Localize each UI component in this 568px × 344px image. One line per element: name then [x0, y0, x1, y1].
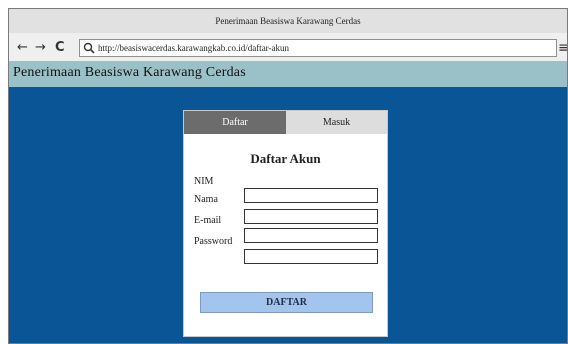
window-titlebar: Penerimaan Beasiswa Karawang Cerdas	[9, 9, 567, 34]
password-label: Password	[194, 236, 233, 247]
password-confirm-field[interactable]	[244, 249, 378, 264]
nim-label: NIM	[194, 176, 214, 187]
email-field[interactable]	[244, 209, 378, 224]
nama-field[interactable]	[244, 188, 378, 203]
address-bar[interactable]: http://beasiswacerdas.karawangkab.co.id/…	[79, 39, 557, 57]
search-icon	[83, 42, 95, 54]
tab-masuk[interactable]: Masuk	[286, 111, 387, 134]
daftar-button[interactable]: DAFTAR	[200, 292, 373, 313]
window-title: Penerimaan Beasiswa Karawang Cerdas	[215, 16, 361, 26]
register-card: Daftar Masuk Daftar Akun NIM Nama E-mail…	[183, 110, 388, 337]
page-content: Daftar Masuk Daftar Akun NIM Nama E-mail…	[9, 87, 567, 343]
url-text: http://beasiswacerdas.karawangkab.co.id/…	[98, 43, 289, 53]
reload-icon[interactable]: C	[55, 40, 65, 56]
back-icon[interactable]: ←	[17, 40, 28, 56]
forward-icon[interactable]: →	[35, 40, 46, 56]
form-title: Daftar Akun	[250, 151, 321, 166]
email-label: E-mail	[194, 215, 222, 226]
site-title: Penerimaan Beasiswa Karawang Cerdas	[13, 65, 246, 80]
site-header: Penerimaan Beasiswa Karawang Cerdas	[9, 61, 567, 88]
password-field[interactable]	[244, 228, 378, 243]
tab-daftar[interactable]: Daftar	[184, 111, 286, 134]
nama-label: Nama	[194, 194, 218, 205]
menu-icon[interactable]: ≡	[558, 41, 567, 55]
browser-window: Penerimaan Beasiswa Karawang Cerdas ← → …	[8, 8, 568, 344]
